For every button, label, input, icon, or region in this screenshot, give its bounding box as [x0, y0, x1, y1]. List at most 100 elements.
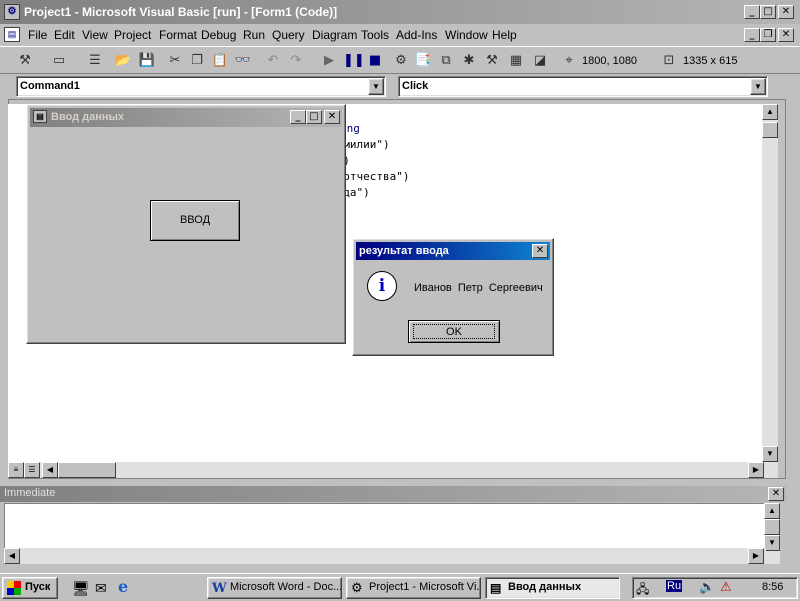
input-button[interactable]: ВВОД [150, 200, 240, 241]
child-minimize-button[interactable]: _ [744, 28, 760, 42]
menu-addins[interactable]: Add-Ins [396, 28, 437, 42]
message-box: результат ввода ✕ i Иванов Петр Сергееви… [352, 238, 554, 356]
tray-volume-icon[interactable]: 🔈 [699, 579, 715, 595]
immediate-scroll-right-arrow-icon[interactable]: ▶ [748, 548, 764, 564]
ok-button[interactable]: OK [408, 320, 500, 343]
tray-acrobat-icon[interactable]: ⚠ [720, 579, 732, 595]
immediate-scroll-up-arrow-icon[interactable]: ▲ [764, 503, 780, 519]
msgbox-close-button[interactable]: ✕ [532, 244, 548, 258]
save-project-icon[interactable]: 💾 [138, 52, 156, 70]
form-task-icon: ▤ [490, 581, 502, 595]
immediate-scroll-down-arrow-icon[interactable]: ▼ [764, 535, 780, 551]
add-form-icon[interactable]: ▭ [50, 52, 68, 70]
maximize-button[interactable]: □ [760, 5, 776, 19]
open-project-icon[interactable]: 📂 [114, 52, 132, 70]
task-form-label: Ввод данных [508, 581, 582, 593]
task-word[interactable]: W Microsoft Word - Doc... [207, 577, 342, 599]
end-icon[interactable]: ■ [366, 52, 384, 70]
add-project-icon[interactable]: ⚒ [16, 52, 34, 70]
undo-icon[interactable]: ↶ [264, 52, 282, 70]
close-button[interactable]: ✕ [778, 5, 794, 19]
scroll-down-arrow-icon[interactable]: ▼ [762, 446, 778, 462]
size-icon: ⊡ [663, 53, 675, 68]
object-browser-icon[interactable]: ✱ [460, 52, 478, 70]
code-vertical-scrollbar[interactable]: ▲ ▼ [762, 104, 778, 462]
info-icon: i [367, 271, 397, 301]
child-close-button[interactable]: ✕ [778, 28, 794, 42]
menu-file[interactable]: File [28, 28, 47, 42]
full-module-view-icon[interactable]: ☰ [24, 462, 40, 478]
minimize-button[interactable]: _ [744, 5, 760, 19]
msgbox-message: Иванов Петр Сергеевич [414, 282, 543, 294]
menu-view[interactable]: View [82, 28, 108, 42]
start-button-label: Пуск [25, 581, 51, 593]
break-icon[interactable]: ❚❚ [343, 52, 365, 70]
taskbar: Пуск 🖥 ✉ e W Microsoft Word - Doc... ⚙ P… [0, 573, 800, 600]
object-combo[interactable]: Command1 ▼ [16, 76, 386, 97]
form-minimize-button[interactable]: _ [290, 110, 306, 124]
msgbox-titlebar: результат ввода ✕ [356, 242, 550, 260]
form-layout-icon[interactable]: ⧉ [437, 52, 455, 70]
redo-icon[interactable]: ↷ [287, 52, 305, 70]
menu-editor-icon[interactable]: ☰ [86, 52, 104, 70]
main-titlebar: ⚙ Project1 - Microsoft Visual Basic [run… [0, 0, 800, 24]
task-word-label: Microsoft Word - Doc... [230, 581, 342, 593]
scroll-thumb[interactable] [762, 122, 778, 138]
procedure-view-icon[interactable]: ≡ [8, 462, 24, 478]
task-vb[interactable]: ⚙ Project1 - Microsoft Vi... [346, 577, 481, 599]
internet-explorer-icon[interactable]: e [118, 578, 136, 596]
ok-button-label: OK [413, 324, 495, 339]
task-form[interactable]: ▤ Ввод данных [485, 577, 620, 599]
tray-lang-indicator[interactable]: Ru [666, 580, 683, 592]
menu-project[interactable]: Project [114, 28, 151, 42]
immediate-close-button[interactable]: ✕ [768, 487, 784, 501]
cut-icon[interactable]: ✂ [166, 52, 184, 70]
paste-icon[interactable]: 📋 [211, 52, 229, 70]
immediate-scroll-thumb[interactable] [764, 519, 780, 535]
menu-edit[interactable]: Edit [54, 28, 75, 42]
show-desktop-icon[interactable]: 🖥 [72, 579, 90, 597]
immediate-title: Immediate [4, 487, 56, 499]
child-restore-button[interactable]: ❐ [760, 28, 776, 42]
form-window: ▤ Ввод данных _ □ ✕ ВВОД [26, 104, 346, 344]
menu-run[interactable]: Run [243, 28, 265, 42]
task-vb-label: Project1 - Microsoft Vi... [369, 581, 481, 593]
visual-component-icon[interactable]: ◪ [531, 52, 549, 70]
properties-window-icon[interactable]: 📑 [414, 52, 432, 70]
immediate-vertical-scrollbar[interactable]: ▲ ▼ [764, 503, 780, 564]
procedure-combo[interactable]: Click ▼ [398, 76, 768, 97]
code-bottom-bar: ≡ ☰ ◀ ▶ [8, 462, 778, 478]
toolbox-icon[interactable]: ⚒ [483, 52, 501, 70]
menu-window[interactable]: Window [445, 28, 488, 42]
object-combo-arrow-icon[interactable]: ▼ [368, 78, 384, 95]
outlook-express-icon[interactable]: ✉ [95, 579, 113, 597]
immediate-hscroll[interactable]: ◀ ▶ [4, 548, 766, 564]
menu-format[interactable]: Format [159, 28, 197, 42]
windows-logo-icon [7, 581, 21, 595]
scroll-right-arrow-icon[interactable]: ▶ [748, 462, 764, 478]
position-icon: ⌖ [565, 53, 573, 68]
immediate-titlebar: Immediate [0, 486, 786, 502]
hscroll-thumb[interactable] [58, 462, 116, 478]
tray-network-icon[interactable]: 🖧 [636, 580, 649, 601]
start-button[interactable]: Пуск [2, 577, 58, 599]
project-explorer-icon[interactable]: ⚙ [392, 52, 410, 70]
menu-debug[interactable]: Debug [201, 28, 236, 42]
form-icon: ▤ [33, 110, 47, 123]
menu-tools[interactable]: Tools [361, 28, 389, 42]
scroll-left-arrow-icon[interactable]: ◀ [42, 462, 58, 478]
form-close-button[interactable]: ✕ [324, 110, 340, 124]
start-icon[interactable]: ▶ [320, 52, 338, 70]
menu-query[interactable]: Query [272, 28, 305, 42]
input-button-label: ВВОД [179, 214, 211, 226]
scroll-up-arrow-icon[interactable]: ▲ [762, 104, 778, 120]
procedure-combo-arrow-icon[interactable]: ▼ [750, 78, 766, 95]
data-view-icon[interactable]: ▦ [507, 52, 525, 70]
menu-help[interactable]: Help [492, 28, 517, 42]
menu-diagram[interactable]: Diagram [312, 28, 357, 42]
form-maximize-button[interactable]: □ [306, 110, 322, 124]
immediate-scroll-left-arrow-icon[interactable]: ◀ [4, 548, 20, 564]
size-readout: 1335 x 615 [683, 55, 738, 67]
find-icon[interactable]: 👓 [234, 52, 252, 70]
copy-icon[interactable]: ❐ [188, 52, 206, 70]
